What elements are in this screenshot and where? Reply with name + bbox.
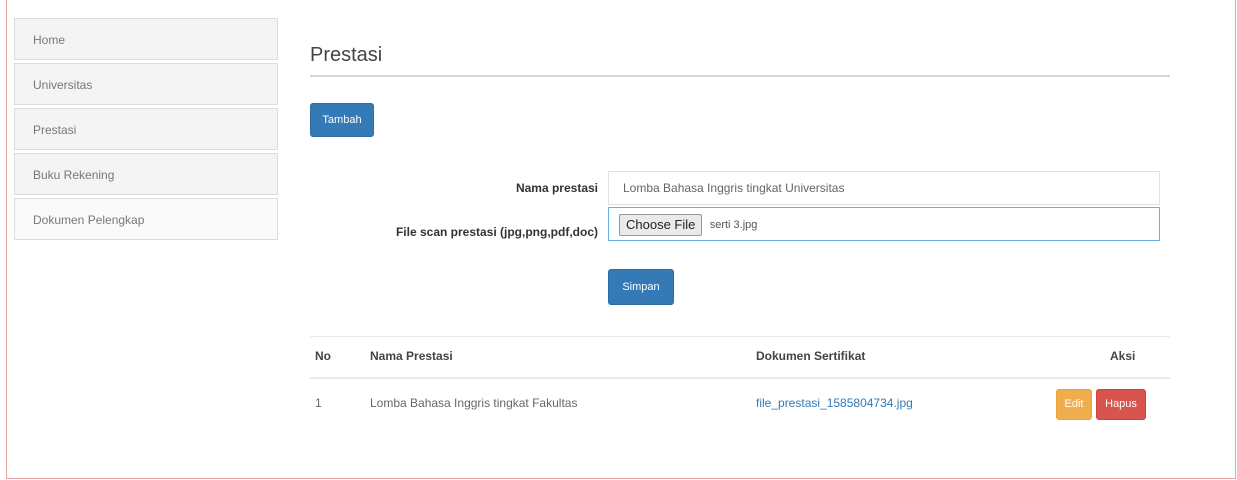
selected-file-name: serti 3.jpg (709, 218, 758, 231)
column-header-name: Nama Prestasi (370, 349, 453, 363)
name-label: Nama prestasi (515, 181, 598, 195)
add-button[interactable]: Tambah (310, 103, 374, 137)
delete-button[interactable]: Hapus (1096, 389, 1146, 420)
sidebar-item-prestasi[interactable]: Prestasi (14, 108, 278, 150)
row-name: Lomba Bahasa Inggris tingkat Fakultas (370, 396, 578, 410)
title-divider (310, 75, 1170, 77)
save-button[interactable]: Simpan (608, 269, 674, 305)
row-number: 1 (315, 396, 322, 410)
sidebar-item-universitas[interactable]: Universitas (14, 63, 278, 105)
sidebar: Home Universitas Prestasi Buku Rekening … (14, 18, 278, 243)
file-input[interactable]: Choose File serti 3.jpg (608, 207, 1160, 241)
column-header-document: Dokumen Sertifikat (756, 349, 866, 363)
page-title: Prestasi (310, 44, 383, 66)
sidebar-item-home[interactable]: Home (14, 18, 278, 60)
file-label: File scan prestasi (jpg,png,pdf,doc) (395, 225, 598, 239)
edit-button[interactable]: Edit (1056, 389, 1092, 420)
sidebar-item-dokumen-pelengkap[interactable]: Dokumen Pelengkap (14, 198, 278, 240)
document-link[interactable]: file_prestasi_1585804734.jpg (756, 396, 913, 410)
sidebar-item-buku-rekening[interactable]: Buku Rekening (14, 153, 278, 195)
name-input[interactable]: Lomba Bahasa Inggris tingkat Universitas (608, 171, 1160, 205)
column-header-action: Aksi (1110, 349, 1136, 363)
choose-file-button[interactable]: Choose File (619, 213, 703, 236)
column-header-no: No (315, 349, 331, 363)
